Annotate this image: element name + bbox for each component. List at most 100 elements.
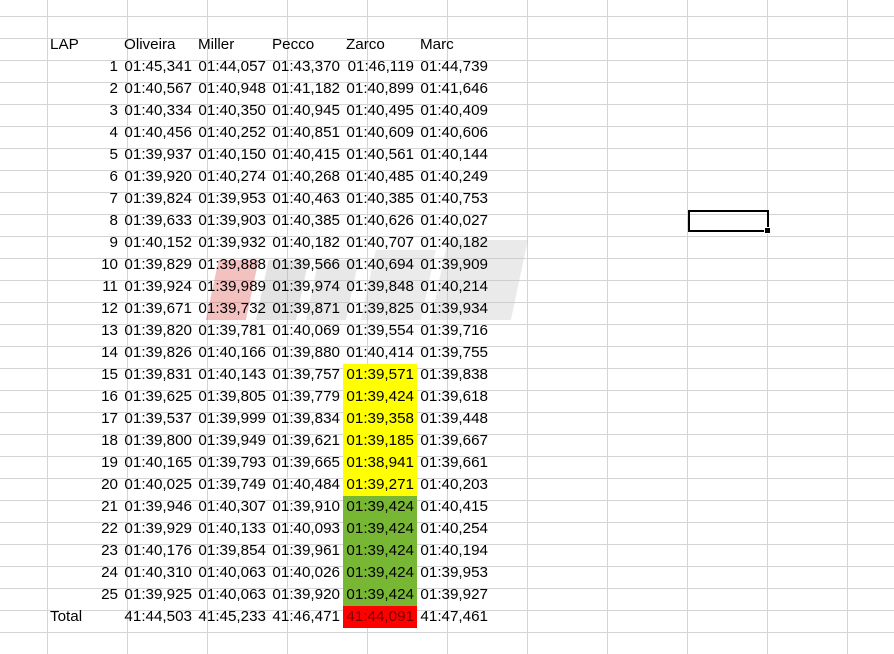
lap-time-cell[interactable]: 01:39,925	[121, 584, 195, 606]
lap-number-cell[interactable]: 6	[47, 166, 121, 188]
lap-time-cell[interactable]: 01:39,820	[121, 320, 195, 342]
lap-number-cell[interactable]: 22	[47, 518, 121, 540]
lap-number-cell[interactable]: 2	[47, 78, 121, 100]
lap-time-cell[interactable]: 01:39,909	[417, 254, 491, 276]
lap-time-cell[interactable]: 01:39,927	[417, 584, 491, 606]
lap-time-cell[interactable]: 01:40,484	[269, 474, 343, 496]
lap-time-cell[interactable]: 01:39,871	[269, 298, 343, 320]
lap-time-cell[interactable]: 01:39,661	[417, 452, 491, 474]
lap-time-cell[interactable]: 01:39,667	[417, 430, 491, 452]
lap-number-cell[interactable]: 8	[47, 210, 121, 232]
lap-time-cell[interactable]: 01:40,203	[417, 474, 491, 496]
lap-time-cell[interactable]: 01:39,920	[121, 166, 195, 188]
lap-time-cell[interactable]: 01:40,350	[195, 100, 269, 122]
lap-time-cell[interactable]: 01:40,753	[417, 188, 491, 210]
lap-number-cell[interactable]: 3	[47, 100, 121, 122]
lap-time-cell[interactable]: 01:40,626	[343, 210, 417, 232]
lap-time-cell[interactable]: 01:39,910	[269, 496, 343, 518]
lap-time-cell[interactable]: 01:39,424	[343, 496, 417, 518]
lap-time-cell[interactable]: 01:39,838	[417, 364, 491, 386]
lap-time-cell[interactable]: 01:39,974	[269, 276, 343, 298]
lap-time-cell[interactable]: 01:39,554	[343, 320, 417, 342]
lap-time-cell[interactable]: 01:39,732	[195, 298, 269, 320]
lap-time-cell[interactable]: 01:39,831	[121, 364, 195, 386]
lap-time-cell[interactable]: 01:39,953	[417, 562, 491, 584]
lap-time-cell[interactable]: 01:44,739	[417, 56, 491, 78]
lap-time-cell[interactable]: 01:40,182	[417, 232, 491, 254]
lap-time-cell[interactable]: 01:40,307	[195, 496, 269, 518]
lap-number-cell[interactable]: 9	[47, 232, 121, 254]
lap-time-cell[interactable]: 01:39,571	[343, 364, 417, 386]
lap-number-cell[interactable]: 18	[47, 430, 121, 452]
lap-time-cell[interactable]: 01:40,027	[417, 210, 491, 232]
lap-time-cell[interactable]: 01:40,026	[269, 562, 343, 584]
lap-time-cell[interactable]: 01:45,341	[121, 56, 195, 78]
lap-time-cell[interactable]: 01:39,826	[121, 342, 195, 364]
lap-time-cell[interactable]: 01:40,456	[121, 122, 195, 144]
lap-time-cell[interactable]: 01:39,621	[269, 430, 343, 452]
total-label[interactable]: Total	[47, 606, 121, 628]
lap-time-cell[interactable]: 01:40,899	[343, 78, 417, 100]
lap-time-cell[interactable]: 01:39,961	[269, 540, 343, 562]
lap-time-cell[interactable]: 01:39,937	[121, 144, 195, 166]
lap-number-cell[interactable]: 14	[47, 342, 121, 364]
lap-time-cell[interactable]: 01:38,941	[343, 452, 417, 474]
lap-time-cell[interactable]: 01:39,825	[343, 298, 417, 320]
lap-time-cell[interactable]: 01:39,618	[417, 386, 491, 408]
lap-time-cell[interactable]: 01:40,025	[121, 474, 195, 496]
lap-time-cell[interactable]: 01:40,093	[269, 518, 343, 540]
lap-number-cell[interactable]: 10	[47, 254, 121, 276]
lap-time-cell[interactable]: 01:40,385	[343, 188, 417, 210]
lap-time-cell[interactable]: 01:40,268	[269, 166, 343, 188]
lap-number-cell[interactable]: 19	[47, 452, 121, 474]
lap-time-cell[interactable]: 01:40,143	[195, 364, 269, 386]
lap-time-cell[interactable]: 01:39,934	[417, 298, 491, 320]
lap-number-cell[interactable]: 21	[47, 496, 121, 518]
lap-time-cell[interactable]: 01:40,485	[343, 166, 417, 188]
lap-time-cell[interactable]: 01:39,749	[195, 474, 269, 496]
lap-number-cell[interactable]: 7	[47, 188, 121, 210]
lap-time-cell[interactable]: 01:39,566	[269, 254, 343, 276]
lap-time-cell[interactable]: 01:39,271	[343, 474, 417, 496]
lap-time-cell[interactable]: 01:39,854	[195, 540, 269, 562]
lap-time-cell[interactable]: 01:40,409	[417, 100, 491, 122]
lap-time-cell[interactable]: 01:40,165	[121, 452, 195, 474]
lap-time-cell[interactable]: 01:39,848	[343, 276, 417, 298]
lap-time-cell[interactable]: 01:40,249	[417, 166, 491, 188]
lap-number-cell[interactable]: 12	[47, 298, 121, 320]
lap-number-cell[interactable]: 13	[47, 320, 121, 342]
lap-time-cell[interactable]: 01:39,757	[269, 364, 343, 386]
lap-number-cell[interactable]: 23	[47, 540, 121, 562]
lap-time-cell[interactable]: 01:39,949	[195, 430, 269, 452]
lap-number-cell[interactable]: 20	[47, 474, 121, 496]
lap-time-cell[interactable]: 01:39,185	[343, 430, 417, 452]
lap-time-cell[interactable]: 01:40,463	[269, 188, 343, 210]
lap-time-cell[interactable]: 01:39,625	[121, 386, 195, 408]
lap-time-cell[interactable]: 01:39,999	[195, 408, 269, 430]
lap-time-cell[interactable]: 01:39,805	[195, 386, 269, 408]
total-time-cell[interactable]: 41:44,503	[121, 606, 195, 628]
lap-time-cell[interactable]: 01:40,415	[417, 496, 491, 518]
lap-time-cell[interactable]: 01:39,920	[269, 584, 343, 606]
lap-time-cell[interactable]: 01:44,057	[195, 56, 269, 78]
lap-time-cell[interactable]: 01:39,716	[417, 320, 491, 342]
lap-time-cell[interactable]: 01:40,063	[195, 562, 269, 584]
lap-number-cell[interactable]: 1	[47, 56, 121, 78]
lap-time-cell[interactable]: 01:40,851	[269, 122, 343, 144]
lap-time-cell[interactable]: 01:39,800	[121, 430, 195, 452]
lap-number-cell[interactable]: 25	[47, 584, 121, 606]
lap-time-cell[interactable]: 01:40,561	[343, 144, 417, 166]
lap-time-cell[interactable]: 01:40,152	[121, 232, 195, 254]
lap-time-cell[interactable]: 01:40,414	[343, 342, 417, 364]
lap-time-cell[interactable]: 01:40,166	[195, 342, 269, 364]
lap-time-cell[interactable]: 01:39,989	[195, 276, 269, 298]
lap-number-cell[interactable]: 5	[47, 144, 121, 166]
lap-number-cell[interactable]: 17	[47, 408, 121, 430]
lap-time-cell[interactable]: 01:40,948	[195, 78, 269, 100]
lap-time-cell[interactable]: 01:40,133	[195, 518, 269, 540]
lap-time-cell[interactable]: 01:40,144	[417, 144, 491, 166]
lap-time-cell[interactable]: 01:39,929	[121, 518, 195, 540]
lap-time-cell[interactable]: 01:40,274	[195, 166, 269, 188]
lap-number-cell[interactable]: 11	[47, 276, 121, 298]
column-header[interactable]: Miller	[195, 34, 269, 56]
